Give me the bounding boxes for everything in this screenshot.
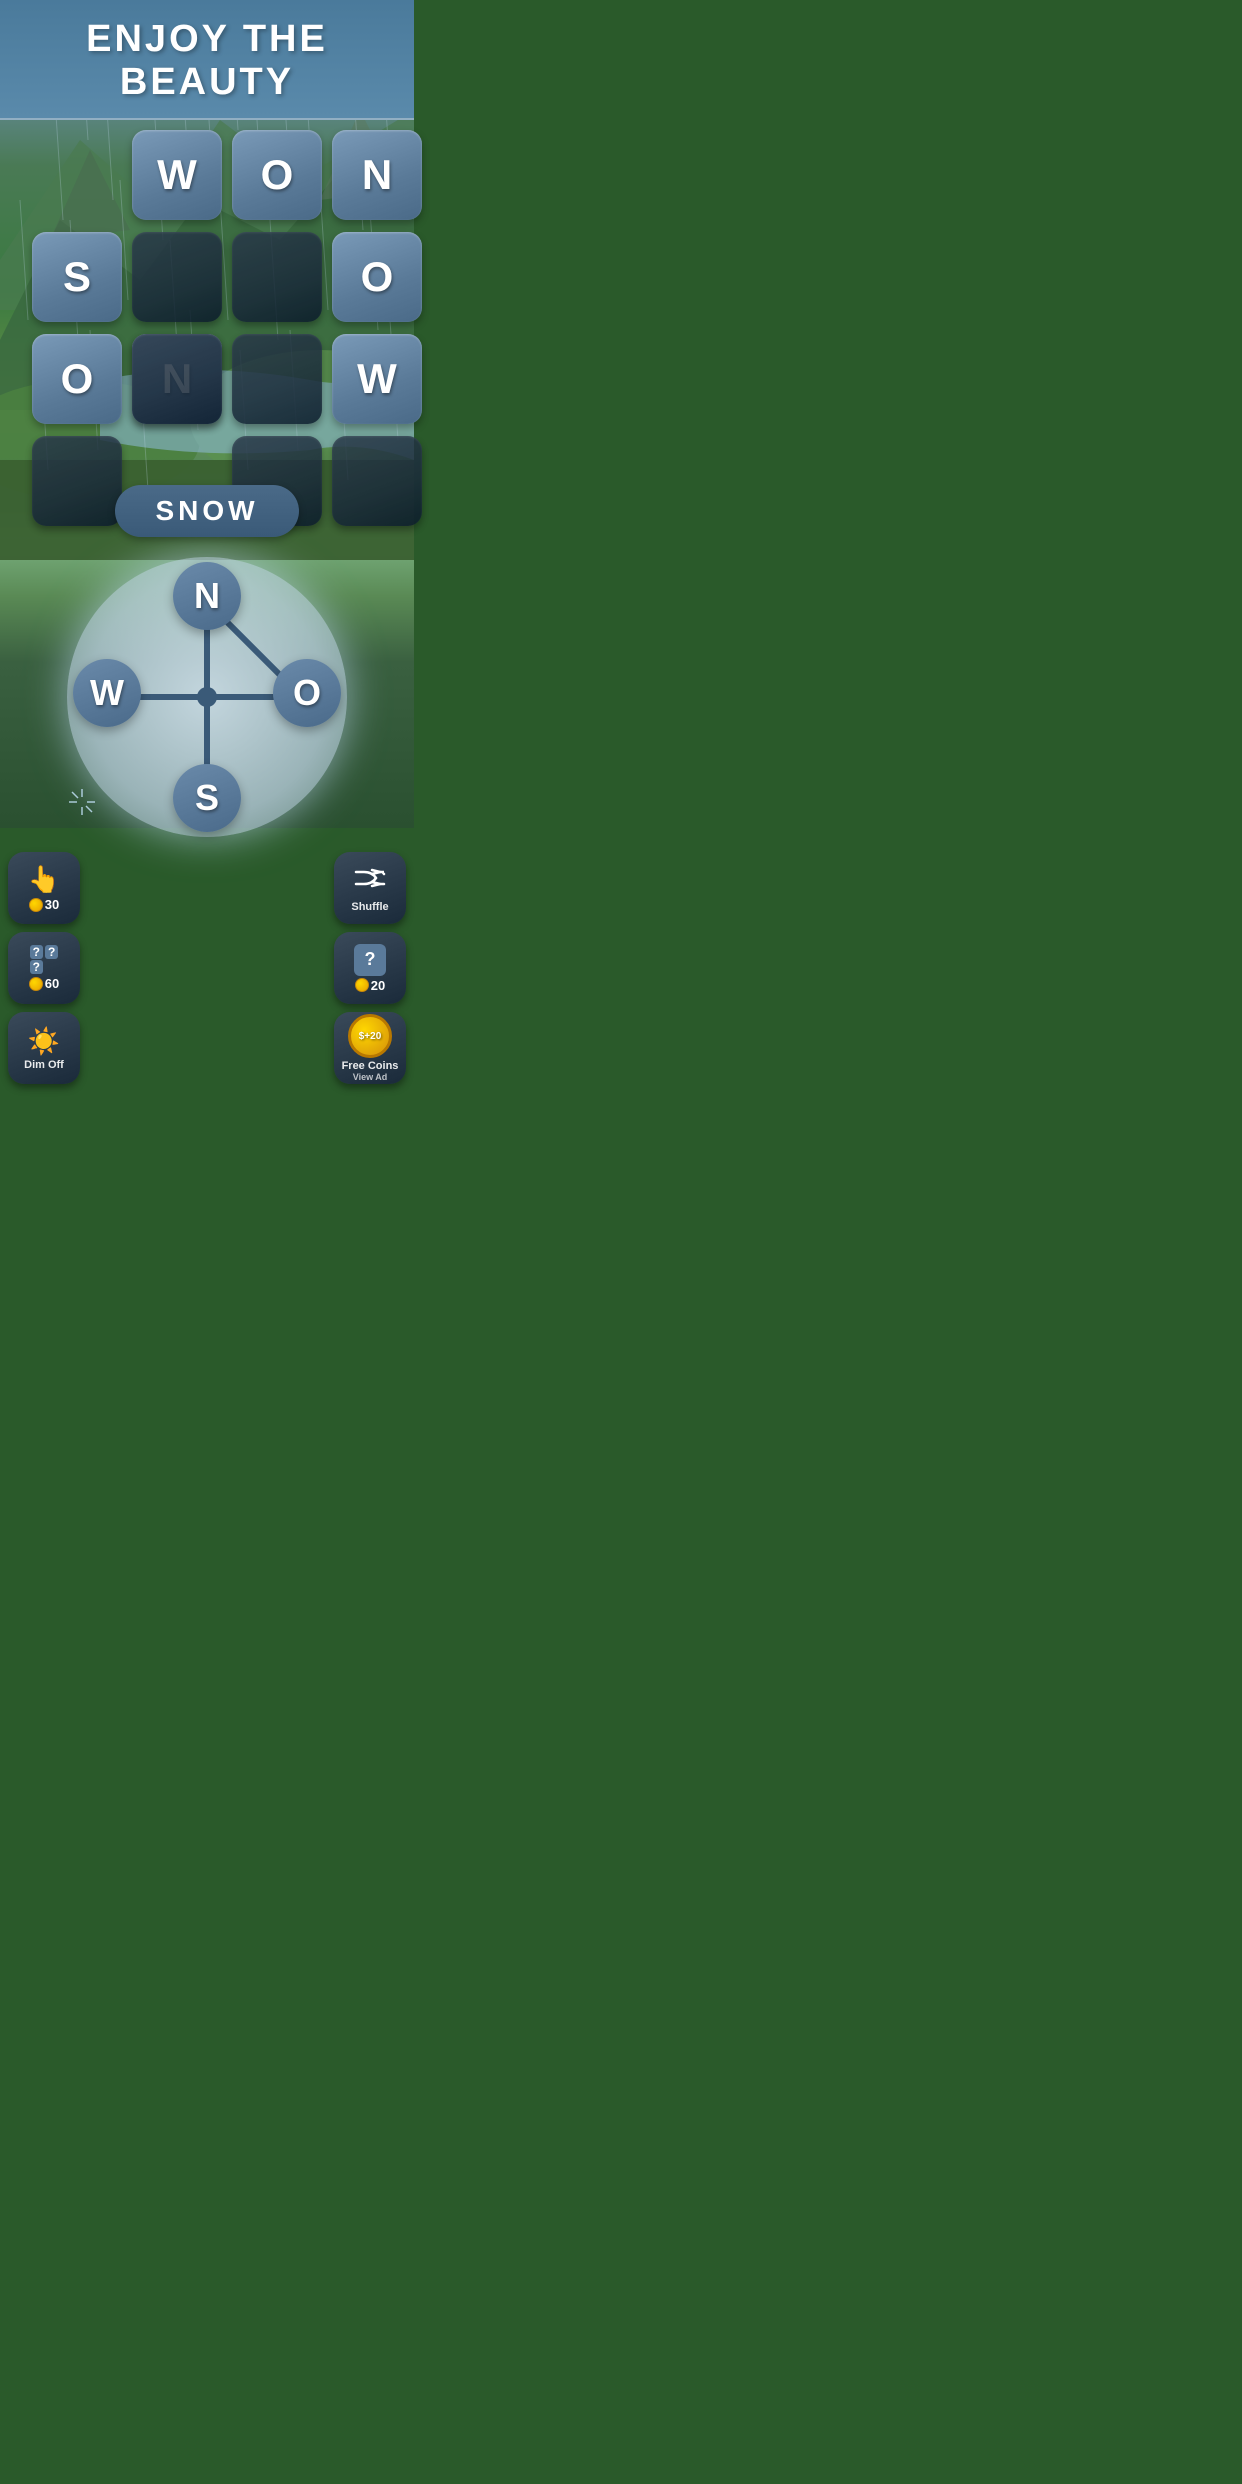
tile-dark-r2c3 [232,232,322,322]
tiles-container: W O N O W S O N [17,120,397,480]
circle-letter-W[interactable]: W [73,659,141,727]
shuffle-button[interactable]: Shuffle [334,852,406,924]
circle-letter-O[interactable]: O [273,659,341,727]
hint-cost: 30 [29,897,59,912]
hint-button[interactable]: 👆 30 [8,852,80,924]
extra-words-button[interactable]: ? ? ? 60 [8,932,80,1004]
plus-text: $+20 [359,1031,382,1042]
word-display: SNOW [0,485,414,537]
current-word: SNOW [115,485,298,537]
free-coins-label: Free Coins [342,1060,399,1072]
tile-W-r1c1[interactable]: W [132,130,222,220]
shuffle-icon [354,864,386,899]
extra-words-cost-label: 60 [45,976,59,991]
tile-dark-r3c2 [132,334,222,424]
tile-S-lc1[interactable]: S [32,232,122,322]
dim-off-label: Dim Off [24,1059,64,1071]
tile-O-r1c2[interactable]: O [232,130,322,220]
reveal-cost: 20 [355,978,385,993]
hint-cost-label: 30 [45,897,59,912]
circle-letter-N[interactable]: N [173,562,241,630]
shuffle-label: Shuffle [351,901,388,913]
tile-dark-r3c3 [232,334,322,424]
tile-N-r1c3[interactable]: N [332,130,422,220]
reveal-icon: ? [354,944,386,976]
reveal-cost-label: 20 [371,978,385,993]
coin-icon-hint [29,898,43,912]
left-buttons: 👆 30 ? ? ? [8,852,80,1084]
tile-dark-r2c2 [132,232,222,322]
tile-O-r2c4[interactable]: O [332,232,422,322]
view-ad-label: View Ad [353,1072,388,1082]
free-coins-button[interactable]: $+20 Free Coins View Ad [334,1012,406,1084]
extra-words-cost: 60 [29,976,59,991]
header: ENJOY THE BEAUTY [0,0,414,120]
free-coins-circle: $+20 [348,1014,392,1058]
bottom-bar: 👆 30 ? ? ? [0,852,414,1092]
circle-letter-S[interactable]: S [173,764,241,832]
tile-O-lc2[interactable]: O [32,334,122,424]
hint-icon: 👆 [28,864,60,895]
right-buttons: Shuffle ? 20 $+20 Free Coins View Ad [334,852,406,1084]
dim-off-button[interactable]: ☀️ Dim Off [8,1012,80,1084]
tile-W-r3c4[interactable]: W [332,334,422,424]
coin-icon-reveal [355,978,369,992]
reveal-button[interactable]: ? 20 [334,932,406,1004]
page-title: ENJOY THE BEAUTY [10,18,404,104]
coin-icon-extra [29,977,43,991]
dim-icon: ☀️ [28,1026,60,1057]
extra-words-icon: ? ? ? [30,945,59,974]
